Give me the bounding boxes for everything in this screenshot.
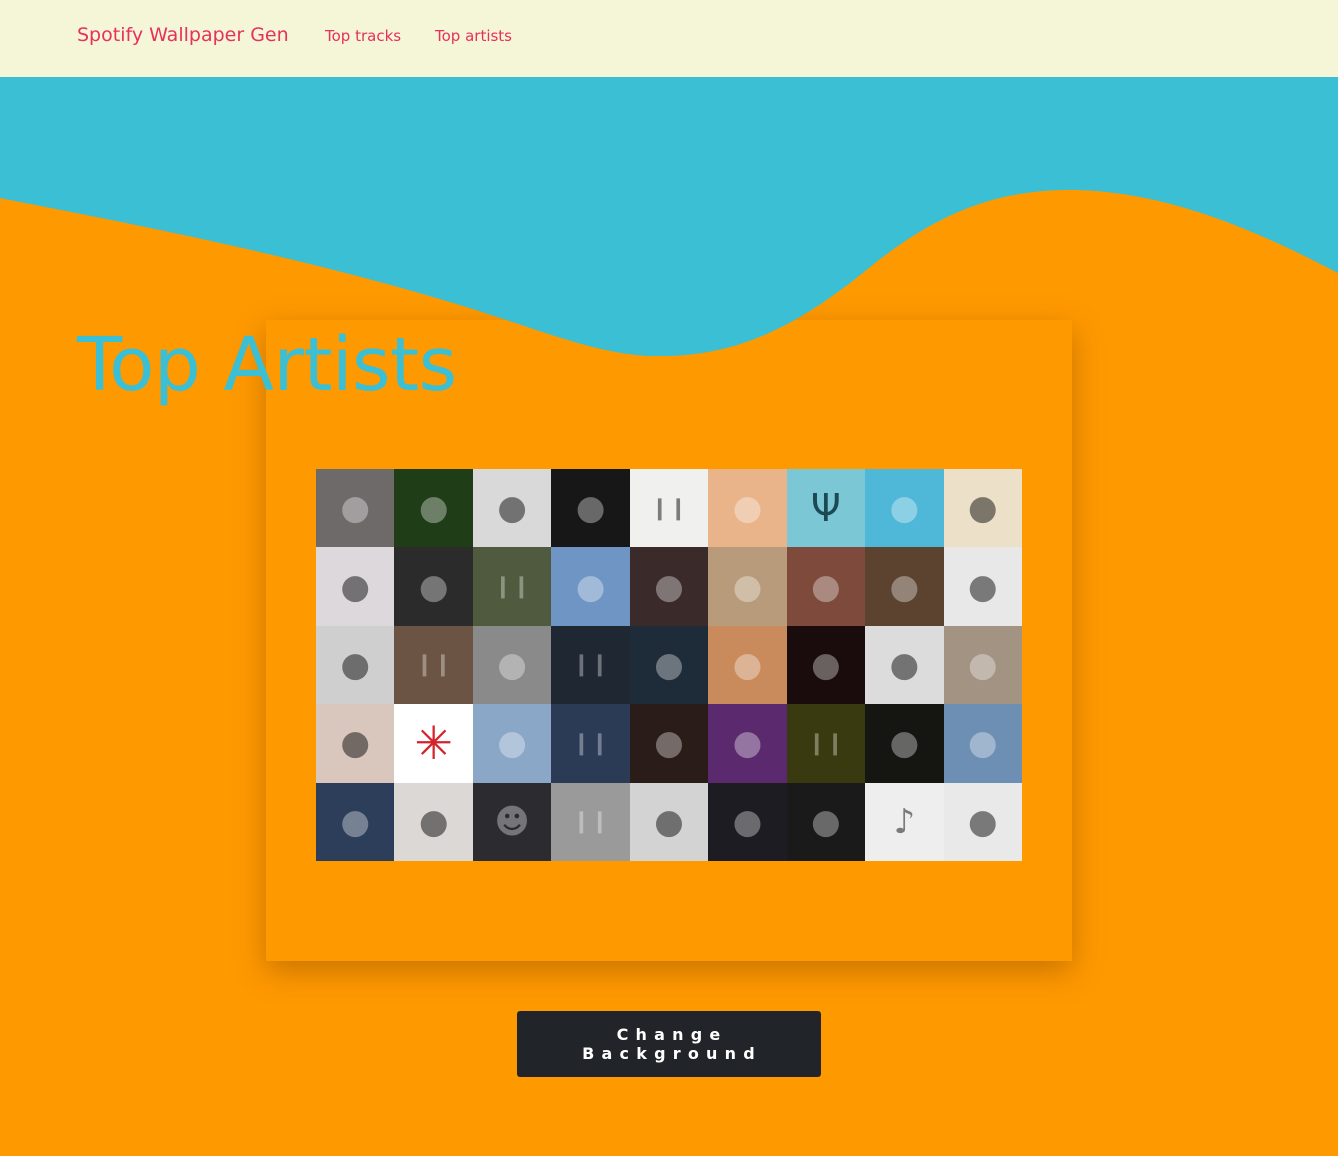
nav-link-top-artists[interactable]: Top artists <box>435 27 512 45</box>
artist-tile: ● <box>708 625 787 705</box>
person-icon: ● <box>497 723 527 764</box>
artist-tile: ● <box>316 469 395 548</box>
artist-tile: ● <box>316 704 395 783</box>
artist-tile: ● <box>629 782 709 861</box>
person-icon: ● <box>654 801 684 842</box>
logo-icon: Ψ <box>810 486 841 531</box>
person-icon: ● <box>889 644 920 685</box>
change-background-button[interactable]: Change Background <box>517 1011 821 1077</box>
person-icon: ● <box>732 488 763 529</box>
artist-tile: ● <box>316 547 395 626</box>
artist-tile: ● <box>786 782 866 861</box>
navbar: Spotify Wallpaper Gen Top tracks Top art… <box>0 0 1338 77</box>
person-icon: ● <box>967 801 998 842</box>
person-icon: ● <box>732 723 763 764</box>
band-icon: ❙❙ <box>807 730 845 756</box>
artist-tile: ✳ <box>394 704 473 783</box>
person-icon: ● <box>340 801 371 842</box>
person-icon: ● <box>967 488 998 529</box>
artist-tile: ☻ <box>472 782 552 861</box>
person-icon: ● <box>732 644 763 685</box>
person-icon: ● <box>889 566 920 607</box>
person-icon: ● <box>654 644 684 685</box>
person-icon: ● <box>889 723 920 764</box>
person-icon: ● <box>967 723 998 764</box>
person-icon: ● <box>497 488 527 529</box>
guitar-icon: ♪ <box>893 801 916 842</box>
band-icon: ❙❙ <box>572 809 609 835</box>
person-icon: ● <box>732 801 763 842</box>
artist-tile: ● <box>943 782 1022 861</box>
person-icon: ● <box>654 566 684 607</box>
artist-tile: ● <box>472 469 552 548</box>
rhcp-logo-icon: ✳ <box>414 716 453 771</box>
person-icon: ● <box>654 723 684 764</box>
person-icon: ● <box>811 644 841 685</box>
artist-tile: ● <box>708 782 787 861</box>
band-icon: ❙❙ <box>415 652 453 678</box>
artist-tile: ● <box>865 547 944 626</box>
artist-tile: ❙❙ <box>472 547 552 626</box>
artist-tile: ❙❙ <box>551 625 630 705</box>
artist-tile: ● <box>551 547 630 626</box>
artist-tile: ● <box>865 469 944 548</box>
person-icon: ● <box>575 488 606 529</box>
person-icon: ● <box>967 566 998 607</box>
artist-tile: ● <box>708 704 787 783</box>
artist-tile: ● <box>943 547 1022 626</box>
person-icon: ● <box>340 644 371 685</box>
band-icon: ❙❙ <box>650 495 688 521</box>
artist-tile: ● <box>629 547 709 626</box>
figure-icon: ☻ <box>494 801 530 842</box>
artist-tile: ● <box>708 547 787 626</box>
artist-tile: ● <box>551 469 630 548</box>
person-icon: ● <box>811 801 841 842</box>
artist-tile: ● <box>629 704 709 783</box>
artist-tile: ❙❙ <box>394 625 473 705</box>
artist-tile: ● <box>943 469 1022 548</box>
artist-tile: ● <box>865 625 944 705</box>
page-title: Top Artists <box>77 322 457 408</box>
person-icon: ● <box>418 566 449 607</box>
person-icon: ● <box>889 488 920 529</box>
band-icon: ❙❙ <box>493 574 531 600</box>
artist-tile: ❙❙ <box>551 704 630 783</box>
artist-tile: ● <box>316 625 395 705</box>
artist-tile: ● <box>786 547 866 626</box>
artist-grid: ● ● ● ● ❙❙ ● Ψ ● ● ● ● ❙❙ ● ● ● ● ● ● ● ❙❙ ● ❙❙ ● ● ● ● ● ● ✳ ● ❙❙ ● ● ❙❙… <box>316 469 1022 861</box>
artist-tile: Ψ <box>786 469 866 548</box>
artist-tile: ❙❙ <box>629 469 709 548</box>
artist-tile: ● <box>316 782 395 861</box>
artist-tile: ● <box>394 469 473 548</box>
artist-tile: ● <box>472 625 552 705</box>
artist-tile: ❙❙ <box>786 704 866 783</box>
band-icon: ❙❙ <box>572 652 609 678</box>
brand-link[interactable]: Spotify Wallpaper Gen <box>77 24 289 46</box>
band-icon: ❙❙ <box>572 730 609 756</box>
person-icon: ● <box>340 723 371 764</box>
artist-tile: ● <box>943 625 1022 705</box>
artist-tile: ● <box>472 704 552 783</box>
artist-tile: ♪ <box>865 782 944 861</box>
nav-link-top-tracks[interactable]: Top tracks <box>325 27 401 45</box>
person-icon: ● <box>575 566 606 607</box>
person-icon: ● <box>340 488 371 529</box>
person-icon: ● <box>418 488 449 529</box>
artist-tile: ● <box>394 547 473 626</box>
artist-tile: ● <box>943 704 1022 783</box>
person-icon: ● <box>732 566 763 607</box>
person-icon: ● <box>497 644 527 685</box>
artist-tile: ● <box>629 625 709 705</box>
person-icon: ● <box>418 801 449 842</box>
artist-tile: ❙❙ <box>551 782 630 861</box>
artist-tile: ● <box>394 782 473 861</box>
person-icon: ● <box>967 644 998 685</box>
person-icon: ● <box>811 566 841 607</box>
artist-tile: ● <box>708 469 787 548</box>
artist-tile: ● <box>865 704 944 783</box>
person-icon: ● <box>340 566 371 607</box>
artist-tile: ● <box>786 625 866 705</box>
